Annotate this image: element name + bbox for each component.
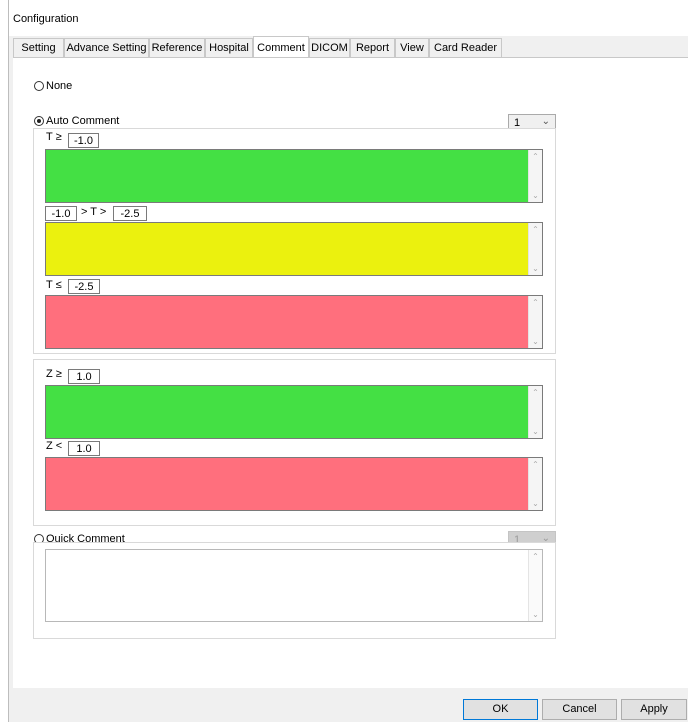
tab-strip: Setting Advance Setting Reference Hospit… [13,36,688,58]
z-normal-comment-textbox[interactable]: ⌃ ⌄ [45,385,543,439]
scroll-up-icon[interactable]: ⌃ [529,552,542,561]
tab-reference[interactable]: Reference [149,38,205,57]
scroll-down-icon[interactable]: ⌄ [529,191,542,200]
scroll-down-icon[interactable]: ⌄ [529,264,542,273]
red-fill [46,458,529,510]
scrollbar[interactable]: ⌃ ⌄ [528,550,542,621]
tab-advance-setting[interactable]: Advance Setting [64,38,149,57]
tab-hospital[interactable]: Hospital [205,38,253,57]
t-ge-label: T ≥ [46,131,62,143]
z-ge-label: Z ≥ [46,368,62,380]
green-fill [46,386,529,438]
t-mid-high-input[interactable]: -2.5 [113,206,147,221]
auto-comment-label: Auto Comment [46,115,120,127]
comment-panel: None Auto Comment 1 ⌄ T ≥ -1.0 ⌃ ⌄ -1.0 … [13,57,688,688]
chevron-down-icon: ⌄ [541,116,550,127]
z-low-comment-textbox[interactable]: ⌃ ⌄ [45,457,543,511]
t-ge-input[interactable]: -1.0 [68,133,99,148]
scroll-down-icon[interactable]: ⌄ [529,610,542,619]
tab-report[interactable]: Report [350,38,395,57]
ok-button[interactable]: OK [463,699,538,720]
scroll-down-icon[interactable]: ⌄ [529,499,542,508]
configuration-window: Configuration Setting Advance Setting Re… [8,0,688,722]
scrollbar[interactable]: ⌃ ⌄ [528,223,542,275]
tab-view[interactable]: View [395,38,429,57]
scroll-up-icon[interactable]: ⌃ [529,298,542,307]
t-le-input[interactable]: -2.5 [68,279,100,294]
cancel-button[interactable]: Cancel [542,699,617,720]
t-normal-comment-textbox[interactable]: ⌃ ⌄ [45,149,543,203]
quick-comment-textbox[interactable]: ⌃ ⌄ [45,549,543,622]
tab-card-reader[interactable]: Card Reader [429,38,502,57]
none-label: None [46,80,73,92]
auto-comment-radio[interactable] [34,116,44,126]
scrollbar[interactable]: ⌃ ⌄ [528,386,542,438]
tab-dicom[interactable]: DICOM [309,38,350,57]
t-mid-low-input[interactable]: -1.0 [45,206,77,221]
scroll-up-icon[interactable]: ⌃ [529,225,542,234]
tab-comment[interactable]: Comment [253,36,309,58]
scrollbar[interactable]: ⌃ ⌄ [528,296,542,348]
scrollbar[interactable]: ⌃ ⌄ [528,458,542,510]
red-fill [46,296,529,348]
yellow-fill [46,223,529,275]
scroll-down-icon[interactable]: ⌄ [529,427,542,436]
window-title: Configuration [13,13,79,25]
scroll-down-icon[interactable]: ⌄ [529,337,542,346]
none-radio[interactable] [34,81,44,91]
scroll-up-icon[interactable]: ⌃ [529,152,542,161]
z-ge-input[interactable]: 1.0 [68,369,100,384]
t-low-comment-textbox[interactable]: ⌃ ⌄ [45,295,543,349]
apply-button[interactable]: Apply [621,699,687,720]
z-lt-input[interactable]: 1.0 [68,441,100,456]
title-bar: Configuration [9,0,688,36]
t-mid-comment-textbox[interactable]: ⌃ ⌄ [45,222,543,276]
scroll-up-icon[interactable]: ⌃ [529,460,542,469]
z-lt-label: Z < [46,440,63,452]
scroll-up-icon[interactable]: ⌃ [529,388,542,397]
scrollbar[interactable]: ⌃ ⌄ [528,150,542,202]
green-fill [46,150,529,202]
tab-setting[interactable]: Setting [13,38,64,57]
t-mid-label: > T > [81,206,107,218]
t-le-label: T ≤ [46,279,62,291]
